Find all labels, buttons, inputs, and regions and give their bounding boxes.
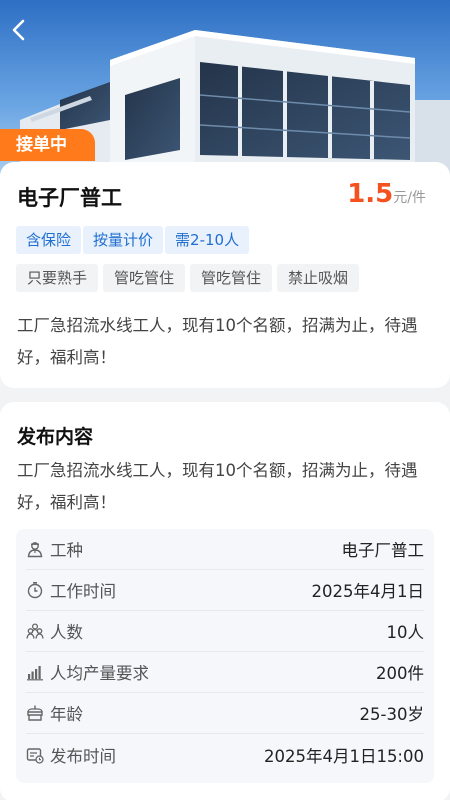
bar-chart-icon [27,666,43,681]
detail-label: 人数 [50,623,83,642]
job-description: 工厂急招流水线工人，现有10个名额，招满为止，待遇好，福利高！ [17,316,418,367]
feature-tag: 按量计价 [83,226,164,254]
price-value: 1.5 [347,179,394,209]
job-summary-card: 电子厂普工 1.5元/件 含保险 按量计价 需2-10人 只要熟手 管吃管住 管… [0,162,450,388]
detail-value: 25-30岁 [359,705,424,724]
feature-tag: 需2-10人 [165,226,250,254]
publish-content-card: 发布内容 工厂急招流水线工人，现有10个名额，招满为止，待遇好，福利高！ 工种 … [0,402,450,800]
detail-value: 200件 [376,664,424,683]
job-detail-list: 工种 电子厂普工 工作时间 2025年4月1日 人数 10人 人均产量要求 20… [16,529,434,783]
feature-tag: 含保险 [16,226,82,254]
cake-icon [27,705,43,721]
detail-value: 2025年4月1日15:00 [263,746,424,766]
benefit-tag: 管吃管住 [190,264,273,292]
job-title: 电子厂普工 [17,186,122,210]
detail-row-publish-time: 发布时间 2025年4月1日15:00 [26,734,424,775]
detail-row-output-requirement: 人均产量要求 200件 [26,652,424,693]
detail-label: 工种 [50,541,83,560]
stopwatch-icon [27,582,43,599]
detail-label: 发布时间 [50,746,116,766]
back-button[interactable] [6,16,32,44]
detail-label: 工作时间 [50,582,116,601]
detail-label: 人均产量要求 [50,664,149,683]
detail-row-job-type: 工种 电子厂普工 [26,529,424,570]
people-icon [26,623,44,639]
feature-tags: 含保险 按量计价 需2-10人 [16,226,251,254]
benefit-tag: 管吃管住 [103,264,186,292]
detail-value: 电子厂普工 [341,541,425,560]
publish-content-text: 工厂急招流水线工人，现有10个名额，招满为止，待遇好，福利高！ [17,461,418,512]
benefit-tag: 禁止吸烟 [277,264,360,292]
calendar-clock-icon [26,747,44,764]
detail-value: 2025年4月1日 [311,582,425,601]
job-price: 1.5元/件 [347,179,426,209]
worker-icon [27,542,43,558]
benefit-tag: 只要熟手 [16,264,99,292]
price-unit: 元/件 [393,190,426,206]
benefit-tags: 只要熟手 管吃管住 管吃管住 禁止吸烟 [16,264,364,292]
chevron-left-icon [12,19,25,41]
detail-label: 年龄 [50,705,83,724]
detail-row-age: 年龄 25-30岁 [26,693,424,734]
status-badge: 接单中 [0,129,95,161]
detail-value: 10人 [386,623,425,642]
section-title: 发布内容 [17,426,94,448]
detail-row-headcount: 人数 10人 [26,611,424,652]
detail-row-work-time: 工作时间 2025年4月1日 [26,570,424,611]
